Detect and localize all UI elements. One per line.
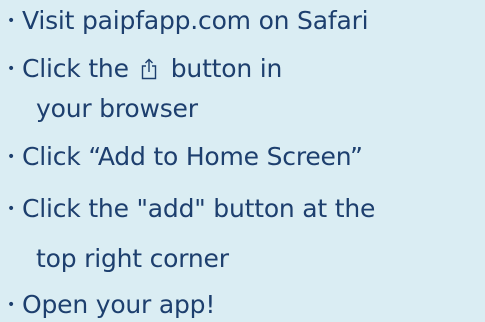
bullet-icon: •	[6, 13, 16, 29]
bullet-icon: •	[6, 61, 16, 77]
step-4-continuation: top right corner	[36, 244, 229, 273]
step-3-text: Click “Add to Home Screen”	[22, 142, 363, 171]
step-4-text: Click the "add" button at the	[22, 194, 376, 223]
instructions-panel: • Visit paipfapp.com on Safari • Click the…	[0, 0, 485, 322]
step-3: • Click “Add to Home Screen”	[0, 142, 363, 172]
step-5-text: Open your app!	[22, 290, 216, 319]
step-2-text-before: Click the	[22, 54, 129, 83]
step-4: • Click the "add" button at the	[0, 194, 375, 224]
step-2-continuation: your browser	[36, 94, 198, 123]
bullet-icon: •	[6, 297, 16, 313]
step-2-text-after: button in	[170, 54, 283, 83]
step-5: • Open your app!	[0, 290, 215, 320]
bullet-icon: •	[6, 149, 16, 165]
step-1-text: Visit paipfapp.com on Safari	[22, 6, 369, 35]
bullet-icon: •	[6, 201, 16, 217]
step-1: • Visit paipfapp.com on Safari	[0, 6, 369, 36]
share-icon	[141, 58, 157, 80]
step-2: • Click the button in	[0, 54, 282, 84]
